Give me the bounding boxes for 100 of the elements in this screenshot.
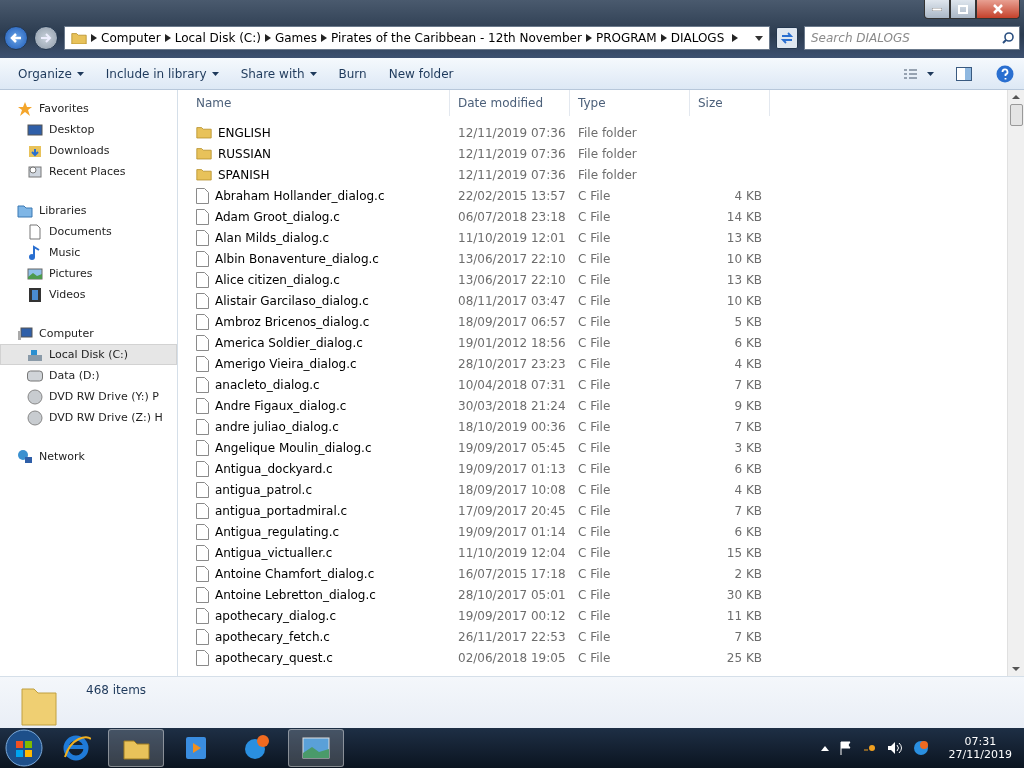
file-name[interactable]: Adam Groot_dialog.c: [188, 208, 450, 225]
toolbar-button[interactable]: Share with: [232, 62, 325, 85]
file-name[interactable]: andre juliao_dialog.c: [188, 418, 450, 435]
view-options-icon[interactable]: [904, 67, 934, 80]
sidebar-item[interactable]: Videos: [0, 284, 177, 305]
file-name[interactable]: Ambroz Bricenos_dialog.c: [188, 313, 450, 330]
breadcrumb[interactable]: PROGRAM: [595, 31, 657, 45]
file-name[interactable]: Antigua_regulating.c: [188, 523, 450, 540]
column-header[interactable]: Size: [690, 90, 770, 116]
address-bar[interactable]: Computer Local Disk (C:) Games Pirates of the Caribbean - 12th November PROGRAM DIALOGS: [64, 26, 770, 50]
type-cell-text: C File: [577, 419, 612, 434]
sidebar-item[interactable]: Local Disk (C:): [0, 344, 177, 365]
minimize-button[interactable]: [924, 0, 950, 19]
file-name[interactable]: Andre Figaux_dialog.c: [188, 397, 450, 414]
sidebar-item[interactable]: Pictures: [0, 263, 177, 284]
sidebar-item[interactable]: Data (D:): [0, 365, 177, 386]
toolbar-button[interactable]: New folder: [380, 62, 462, 85]
size-cell-text: 10 KB: [725, 251, 763, 266]
monitor-icon: [27, 121, 43, 138]
sidebar-item[interactable]: DVD RW Drive (Y:) P: [0, 386, 177, 407]
breadcrumb[interactable]: Pirates of the Caribbean - 12th November: [330, 31, 582, 45]
column-header[interactable]: Type: [570, 90, 690, 116]
date-cell-text: 19/01/2012 18:56: [457, 335, 567, 350]
file-name-text: Alistair Garcilaso_dialog.c: [215, 293, 369, 308]
file-name[interactable]: Albin Bonaventure_dialog.c: [188, 250, 450, 267]
file-name-text: apothecary_dialog.c: [215, 608, 336, 623]
file-name[interactable]: Alistair Garcilaso_dialog.c: [188, 292, 450, 309]
file-name[interactable]: anacleto_dialog.c: [188, 376, 450, 393]
breadcrumb[interactable]: Local Disk (C:): [174, 31, 261, 45]
help-icon[interactable]: [996, 64, 1014, 83]
file-icon: [196, 376, 209, 393]
column-header[interactable]: Date modified: [450, 90, 570, 116]
sidebar-heading-label: Libraries: [39, 204, 87, 217]
scrollbar-thumb[interactable]: [1009, 104, 1023, 126]
folder-icon: [196, 168, 212, 181]
sidebar-heading[interactable]: Libraries: [0, 200, 177, 221]
file-name[interactable]: Antigua_victualler.c: [188, 544, 450, 561]
maximize-button[interactable]: [950, 0, 976, 19]
speaker-icon[interactable]: [886, 741, 903, 755]
toolbar-button[interactable]: Burn: [330, 62, 375, 85]
sidebar-heading[interactable]: Favorites: [0, 98, 177, 119]
taskbar-button[interactable]: [288, 729, 344, 767]
caret-icon: [309, 71, 317, 76]
sidebar-heading[interactable]: Computer: [0, 323, 177, 344]
file-name[interactable]: antigua_patrol.c: [188, 481, 450, 498]
clock[interactable]: 07:31 27/11/2019: [948, 735, 1012, 761]
size-cell-text: 25 KB: [725, 650, 763, 665]
breadcrumb[interactable]: Games: [274, 31, 317, 45]
file-name-text: Adam Groot_dialog.c: [215, 209, 340, 224]
file-name[interactable]: Antoine Chamfort_dialog.c: [188, 565, 450, 582]
close-button[interactable]: [976, 0, 1020, 19]
chevron-icon: [264, 34, 271, 42]
sidebar-item[interactable]: Music: [0, 242, 177, 263]
start-button[interactable]: [4, 728, 44, 768]
dropdown-caret-icon[interactable]: [755, 35, 763, 41]
type-cell-text: C File: [577, 230, 612, 245]
toolbar-button[interactable]: Organize: [10, 62, 92, 85]
file-name[interactable]: Abraham Hollander_dialog.c: [188, 187, 450, 204]
scroll-down-arrow-icon[interactable]: [1012, 667, 1020, 671]
breadcrumb[interactable]: Computer: [101, 31, 161, 45]
sidebar-item[interactable]: DVD RW Drive (Z:) H: [0, 407, 177, 428]
file-name[interactable]: apothecary_dialog.c: [188, 607, 450, 624]
chat-app-icon[interactable]: [912, 740, 929, 756]
search-field[interactable]: Search DIALOGS: [804, 26, 1020, 50]
breadcrumb[interactable]: DIALOGS: [670, 31, 725, 45]
refresh-button[interactable]: [776, 27, 798, 49]
taskbar-button[interactable]: [108, 729, 164, 767]
file-name[interactable]: Amerigo Vieira_dialog.c: [188, 355, 450, 372]
back-button[interactable]: [4, 26, 28, 50]
file-name[interactable]: Angelique Moulin_dialog.c: [188, 439, 450, 456]
sidebar-item[interactable]: Recent Places: [0, 161, 177, 182]
file-name[interactable]: Antoine Lebretton_dialog.c: [188, 586, 450, 603]
type-cell-text: C File: [577, 272, 612, 287]
sidebar-item[interactable]: Desktop: [0, 119, 177, 140]
flag-icon[interactable]: [838, 741, 853, 755]
file-name[interactable]: apothecary_fetch.c: [188, 628, 450, 645]
file-name[interactable]: SPANISH: [188, 167, 450, 182]
column-header[interactable]: Name: [188, 90, 450, 116]
toolbar-button[interactable]: Include in library: [97, 62, 227, 85]
file-name[interactable]: Alice citizen_dialog.c: [188, 271, 450, 288]
file-name[interactable]: Antigua_dockyard.c: [188, 460, 450, 477]
sidebar-heading[interactable]: Network: [0, 446, 177, 467]
show-hidden-icons-icon[interactable]: [820, 745, 829, 751]
scrollbar[interactable]: [1007, 90, 1024, 676]
file-name[interactable]: antigua_portadmiral.c: [188, 502, 450, 519]
date-cell-text: 08/11/2017 03:47: [457, 293, 567, 308]
date-cell-text: 19/09/2017 01:13: [457, 461, 567, 476]
file-name[interactable]: Alan Milds_dialog.c: [188, 229, 450, 246]
file-name[interactable]: RUSSIAN: [188, 146, 450, 161]
scroll-up-arrow-icon[interactable]: [1012, 95, 1020, 99]
file-name[interactable]: ENGLISH: [188, 125, 450, 140]
clock-date: 27/11/2019: [948, 748, 1012, 761]
disc-icon: [27, 388, 43, 405]
forward-button[interactable]: [34, 26, 58, 50]
file-name[interactable]: America Soldier_dialog.c: [188, 334, 450, 351]
preview-pane-icon[interactable]: [956, 66, 972, 81]
sidebar-item[interactable]: Documents: [0, 221, 177, 242]
file-name[interactable]: apothecary_quest.c: [188, 649, 450, 666]
clock-time: 07:31: [964, 735, 997, 748]
sidebar-item[interactable]: Downloads: [0, 140, 177, 161]
